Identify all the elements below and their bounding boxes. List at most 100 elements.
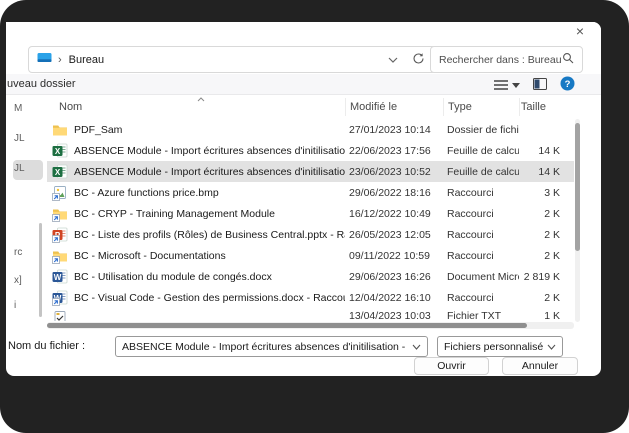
desktop-icon [37,52,52,68]
navigation-pane: M JL JL rc x] i [6,95,47,328]
file-type: Feuille de calcul ... [447,165,519,178]
horizontal-scrollbar-thumb[interactable] [47,323,527,328]
search-text: Rechercher dans : Bureau [439,53,562,66]
file-row[interactable]: W BC - Utilisation du module de congés.do… [47,266,574,287]
help-icon[interactable]: ? [560,76,575,94]
column-header-type[interactable]: Type [443,98,519,116]
column-header-size[interactable]: Taille [519,98,574,116]
file-type: Raccourci [447,207,494,220]
horizontal-scrollbar[interactable] [47,322,574,329]
file-row[interactable]: 13/04/2023 10:03 Fichier TXT 1 K [47,308,574,321]
nav-item-fragment[interactable]: JL [14,163,25,174]
chevron-down-icon[interactable] [412,341,421,353]
file-modified: 29/06/2023 16:26 [349,270,431,283]
chevron-down-icon[interactable] [388,54,398,66]
file-name: BC - Azure functions price.bmp [74,186,219,199]
folder-icon [52,122,68,138]
file-size: 2 K [544,249,560,262]
folder-shortcut-icon [52,206,68,222]
file-row[interactable]: X ABSENCE Module - Import écritures absen… [47,161,574,182]
column-header-modified[interactable]: Modifié le [345,98,443,116]
open-file-dialog: × › Bureau Rechercher dans : Bureau uvea… [6,22,601,376]
vertical-scrollbar[interactable] [575,119,580,322]
file-row[interactable]: BC - Azure functions price.bmp 29/06/2022… [47,182,574,203]
file-type: Dossier de fichiers [447,123,519,136]
preview-pane-icon[interactable] [533,77,547,93]
file-size: 2 K [544,207,560,220]
filetype-select[interactable]: Fichiers personnalisés (*.xlsx;*.* [437,336,563,357]
file-list-body: PDF_Sam 27/01/2023 10:14 Dossier de fichie… [47,119,574,322]
nav-item-fragment[interactable]: M [14,103,22,114]
filename-input[interactable]: ABSENCE Module - Import écritures absenc… [115,336,428,357]
column-header-name[interactable]: Nom [47,101,345,113]
nav-item-fragment[interactable]: x] [14,275,22,286]
file-type: Feuille de calcul ... [447,144,519,157]
title-bar: × [6,22,601,40]
file-type: Document Micros... [447,270,519,283]
svg-text:X: X [55,147,61,156]
file-modified: 09/11/2022 10:59 [349,249,430,262]
file-size: 2 K [544,228,560,241]
cancel-button[interactable]: Annuler [502,357,578,375]
file-modified: 27/01/2023 10:14 [349,123,431,136]
refresh-icon[interactable] [412,52,425,68]
word-icon: W [52,269,68,285]
file-name: BC - CRYP - Training Management Module [74,207,275,220]
file-row[interactable]: X ABSENCE Module - Import écritures absen… [47,140,574,161]
file-modified: 29/06/2022 18:16 [349,186,431,199]
file-row[interactable]: P BC - Liste des profils (Rôles) de Busin… [47,224,574,245]
file-size: 14 K [538,165,560,178]
open-button[interactable]: Ouvrir [414,357,489,375]
file-row[interactable]: BC - Microsoft - Documentations 09/11/202… [47,245,574,266]
folder-shortcut-icon [52,248,68,264]
close-icon[interactable]: × [572,23,588,39]
filename-label: Nom du fichier : [8,340,86,352]
file-size: 3 K [544,186,560,199]
file-row[interactable]: PDF_Sam 27/01/2023 10:14 Dossier de fichie… [47,119,574,140]
file-size: 14 K [538,144,560,157]
excel-icon: X [52,143,68,159]
nav-item-fragment[interactable]: rc [14,247,22,258]
filetype-value: Fichiers personnalisés (*.xlsx;*.* [444,340,543,353]
file-type: Fichier TXT [447,310,502,321]
file-modified: 23/06/2023 10:52 [349,165,431,178]
breadcrumb-separator: › [58,53,62,66]
file-name: PDF_Sam [74,123,123,136]
txt-icon [52,310,68,321]
search-input[interactable]: Rechercher dans : Bureau [430,46,583,73]
file-modified: 13/04/2023 10:03 [349,310,431,321]
search-icon [562,52,574,67]
nav-item-fragment[interactable]: i [14,300,16,311]
command-toolbar: uveau dossier ? [6,74,601,95]
sort-ascending-icon [197,93,205,105]
filename-value: ABSENCE Module - Import écritures absenc… [122,340,408,353]
address-bar[interactable]: › Bureau [28,46,436,73]
file-type: Raccourci [447,291,494,304]
breadcrumb-location[interactable]: Bureau [69,54,104,66]
file-name: BC - Visual Code - Gestion des permissio… [74,291,345,304]
word-shortcut-icon: W [52,290,68,306]
file-row[interactable]: W BC - Visual Code - Gestion des permissi… [47,287,574,308]
image-shortcut-icon [52,185,68,201]
new-folder-button[interactable]: uveau dossier [7,78,76,90]
file-name: BC - Liste des profils (Rôles) de Busine… [74,228,345,241]
file-modified: 16/12/2022 10:49 [349,207,431,220]
file-name: ABSENCE Module - Import écritures absenc… [74,165,345,178]
file-row[interactable]: BC - CRYP - Training Management Module 16… [47,203,574,224]
view-options-icon[interactable] [494,79,520,91]
nav-item-fragment[interactable]: JL [14,133,25,144]
file-size: 1 K [544,310,560,321]
column-header-row: Nom Modifié le Type Taille [47,95,574,119]
file-modified: 26/05/2023 12:05 [349,228,431,241]
nav-scrollbar[interactable] [39,223,42,317]
svg-text:X: X [55,168,61,177]
file-name: BC - Utilisation du module de congés.doc… [74,270,272,283]
svg-text:W: W [54,273,62,282]
file-modified: 12/04/2022 16:10 [349,291,431,304]
chevron-down-icon[interactable] [547,341,556,353]
svg-text:?: ? [565,79,571,90]
file-name: BC - Microsoft - Documentations [74,249,226,262]
vertical-scrollbar-thumb[interactable] [575,123,580,251]
screenshot-frame: × › Bureau Rechercher dans : Bureau uvea… [0,0,629,433]
file-modified: 22/06/2023 17:56 [349,144,431,157]
